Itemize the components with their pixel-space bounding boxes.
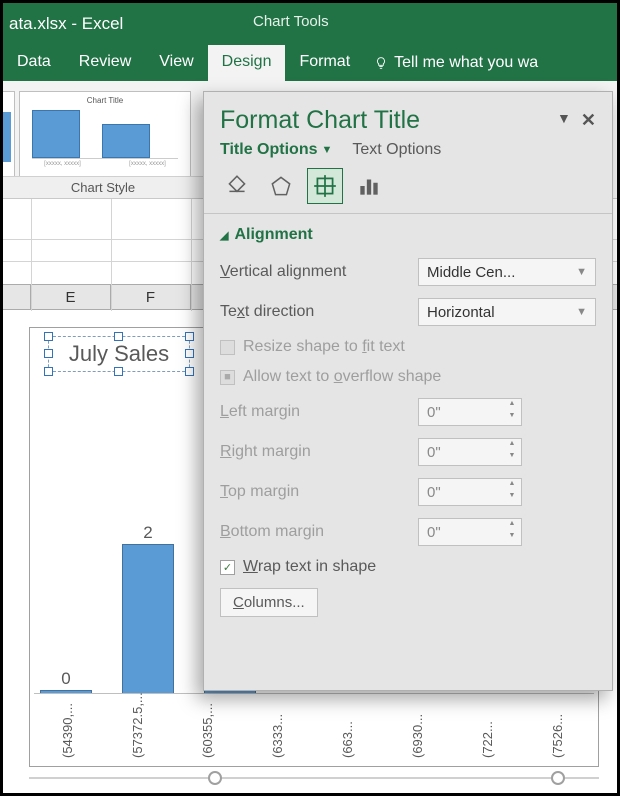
tab-format[interactable]: Format	[285, 45, 364, 81]
left-margin-label: Left margin	[220, 403, 410, 421]
collapse-triangle-icon: ◢	[220, 229, 228, 242]
chart-x-axis[interactable]: (54390,... (57372.5,... (60355,... (6333…	[30, 700, 598, 766]
left-margin-spinner: 0"▲▼	[418, 398, 522, 426]
right-margin-spinner: 0"▲▼	[418, 438, 522, 466]
ribbon-group-chart-style: Chart Style	[3, 176, 203, 198]
lightbulb-icon	[374, 54, 388, 72]
pane-options-dropdown-icon[interactable]: ▼	[557, 110, 571, 131]
zoom-slider-thumb-right[interactable]	[551, 771, 565, 785]
vertical-alignment-dropdown[interactable]: Middle Cen...▼	[418, 258, 596, 286]
allow-overflow-checkbox: ■	[220, 370, 235, 385]
col-header-f[interactable]: F	[111, 285, 191, 309]
chart-icon[interactable]	[352, 169, 386, 203]
text-direction-dropdown[interactable]: Horizontal▼	[418, 298, 596, 326]
ribbon-tabs: Data Review View Design Format Tell me w…	[3, 45, 617, 81]
zoom-slider-thumb-left[interactable]	[208, 771, 222, 785]
effects-icon[interactable]	[264, 169, 298, 203]
tell-me-label: Tell me what you wa	[394, 54, 538, 72]
thumb-title: Chart Title	[20, 96, 190, 105]
close-icon[interactable]: ✕	[581, 110, 596, 131]
bottom-margin-spinner: 0"▲▼	[418, 518, 522, 546]
size-properties-icon[interactable]	[308, 169, 342, 203]
pane-tab-title-options[interactable]: Title Options ▼	[220, 141, 332, 159]
title-bar: ata.xlsx - Excel Chart Tools	[3, 3, 617, 45]
chart-title-text: July Sales	[69, 341, 169, 367]
pane-tab-text-options[interactable]: Text Options	[352, 141, 441, 159]
fill-line-icon[interactable]	[220, 169, 254, 203]
wrap-text-checkbox[interactable]: ✓	[220, 560, 235, 575]
resize-shape-label: Resize shape to fit text	[243, 338, 405, 356]
pane-title: Format Chart Title	[220, 106, 420, 135]
right-margin-label: Right margin	[220, 443, 410, 461]
format-chart-title-pane: Format Chart Title ▼ ✕ Title Options ▼ T…	[203, 91, 613, 691]
tell-me-search[interactable]: Tell me what you wa	[364, 45, 548, 81]
chart-tools-label: Chart Tools	[253, 13, 329, 30]
tab-view[interactable]: View	[145, 45, 207, 81]
text-direction-label: Text direction	[220, 303, 410, 321]
vertical-alignment-label: Vertical alignment	[220, 263, 410, 281]
chevron-down-icon: ▼	[321, 144, 332, 156]
top-margin-label: Top margin	[220, 483, 410, 501]
chevron-down-icon: ▼	[576, 266, 587, 278]
tab-design[interactable]: Design	[208, 45, 286, 81]
columns-button[interactable]: Columns...	[220, 588, 318, 617]
wrap-text-label: Wrap text in shape	[243, 558, 376, 576]
bottom-margin-label: Bottom margin	[220, 523, 410, 541]
section-alignment-toggle[interactable]: ◢ Alignment	[220, 226, 596, 244]
chart-title[interactable]: July Sales	[48, 336, 190, 372]
chart-style-thumb-partial[interactable]	[3, 91, 15, 179]
top-margin-spinner: 0"▲▼	[418, 478, 522, 506]
zoom-slider-track	[29, 777, 599, 779]
tab-data[interactable]: Data	[3, 45, 65, 81]
tab-review[interactable]: Review	[65, 45, 145, 81]
resize-shape-checkbox	[220, 340, 235, 355]
col-header-e[interactable]: E	[31, 285, 111, 309]
chart-style-thumb[interactable]: Chart Title [xxxxx, xxxxx][xxxxx, xxxxx]	[19, 91, 191, 179]
chevron-down-icon: ▼	[576, 306, 587, 318]
file-title: ata.xlsx - Excel	[9, 14, 123, 34]
allow-overflow-label: Allow text to overflow shape	[243, 368, 441, 386]
